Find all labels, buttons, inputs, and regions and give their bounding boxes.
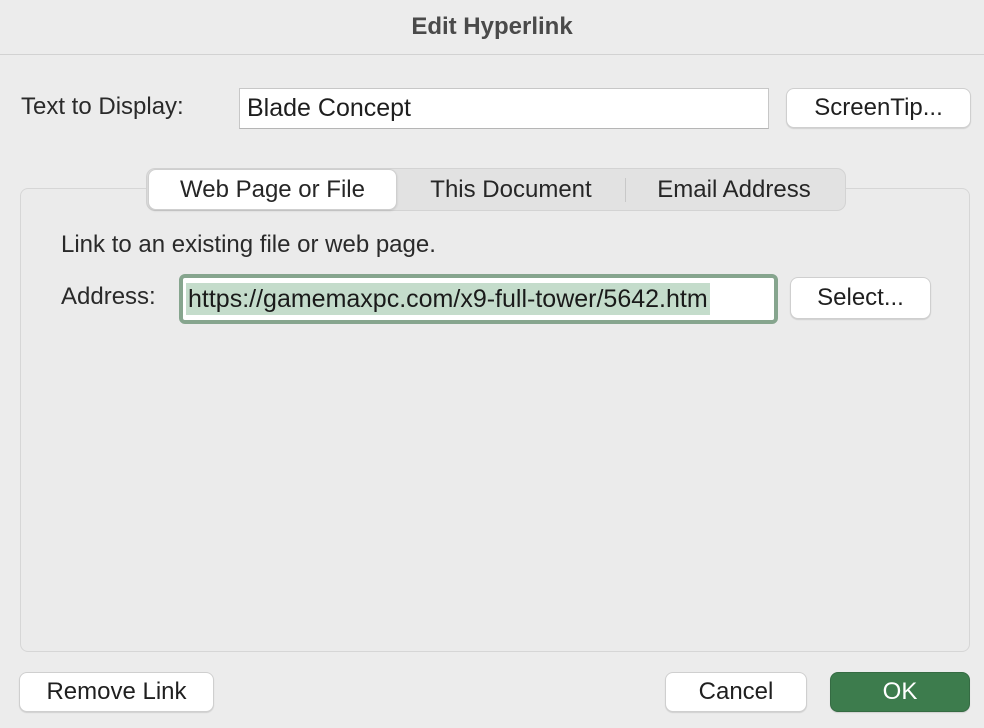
cancel-button[interactable]: Cancel <box>665 672 807 712</box>
text-to-display-label: Text to Display: <box>21 93 184 120</box>
edit-hyperlink-dialog: Edit Hyperlink Text to Display: Blade Co… <box>0 0 984 728</box>
text-to-display-input[interactable]: Blade Concept <box>239 88 769 129</box>
ok-button[interactable]: OK <box>830 672 970 712</box>
web-page-description: Link to an existing file or web page. <box>61 231 436 258</box>
address-selected-text: https://gamemaxpc.com/x9-full-tower/5642… <box>186 283 710 315</box>
address-label: Address: <box>61 283 156 310</box>
link-type-tabs: Web Page or File This Document Email Add… <box>146 168 846 211</box>
address-input[interactable]: https://gamemaxpc.com/x9-full-tower/5642… <box>186 281 771 317</box>
select-button[interactable]: Select... <box>790 277 931 319</box>
screentip-button[interactable]: ScreenTip... <box>786 88 971 128</box>
tab-email-address[interactable]: Email Address <box>626 169 842 210</box>
tab-this-document[interactable]: This Document <box>397 169 625 210</box>
address-focus-ring: https://gamemaxpc.com/x9-full-tower/5642… <box>179 274 778 324</box>
remove-link-button[interactable]: Remove Link <box>19 672 214 712</box>
tab-web-page-or-file[interactable]: Web Page or File <box>148 169 397 210</box>
dialog-title: Edit Hyperlink <box>0 0 984 55</box>
